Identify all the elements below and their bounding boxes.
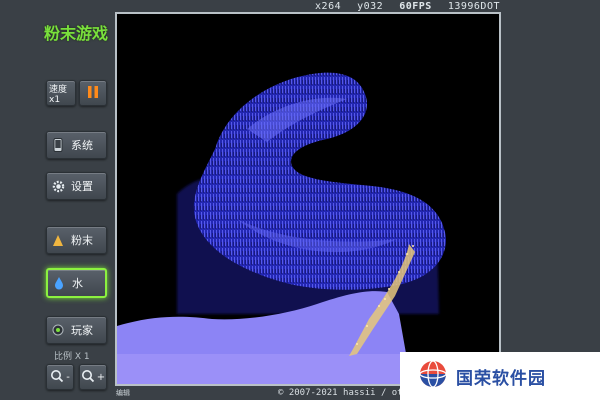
- zoom-out-button[interactable]: -: [46, 364, 74, 390]
- settings-label: 设置: [71, 180, 93, 193]
- player-icon: [51, 323, 65, 337]
- gear-icon: [51, 179, 65, 193]
- settings-button[interactable]: 设置: [46, 172, 107, 200]
- speed-button[interactable]: 速度x1: [46, 80, 76, 106]
- pause-button[interactable]: [79, 80, 107, 106]
- fps-readout: 60FPS: [399, 0, 432, 12]
- zoom-in-button[interactable]: +: [79, 364, 107, 390]
- zoom-out-icon: [50, 369, 66, 386]
- water-label: 水: [72, 277, 83, 290]
- edit-label[interactable]: 编辑: [116, 388, 130, 398]
- simulation-canvas[interactable]: [115, 12, 501, 386]
- system-button[interactable]: 系统: [46, 131, 107, 159]
- water-button[interactable]: 水: [46, 268, 107, 298]
- phone-icon: [51, 138, 65, 152]
- zoom-out-label: -: [66, 371, 70, 383]
- dot-count-readout: 13996DOT: [447, 0, 500, 12]
- cursor-y-readout: y032: [357, 0, 384, 12]
- speed-label: 速度x1: [49, 84, 68, 105]
- particle-field: [117, 14, 499, 384]
- player-button[interactable]: 玩家: [46, 316, 107, 344]
- water-drop-icon: [52, 276, 66, 290]
- cursor-x-readout: x264: [315, 0, 342, 12]
- zoom-in-label: +: [96, 371, 106, 383]
- globe-logo-icon: [418, 359, 448, 393]
- player-label: 玩家: [71, 324, 93, 337]
- powder-pile-icon: [51, 233, 65, 247]
- powder-label: 粉末: [71, 234, 93, 247]
- app-title: 粉末游戏: [44, 24, 109, 43]
- system-label: 系统: [71, 139, 93, 152]
- watermark-text: 国荣软件园: [456, 368, 546, 389]
- pause-icon: [87, 85, 99, 102]
- status-bar: x264 y032 60FPS 13996DOT: [116, 0, 500, 12]
- scale-label: 比例 X 1: [54, 352, 90, 362]
- site-watermark: 国荣软件园: [400, 352, 600, 400]
- powder-button[interactable]: 粉末: [46, 226, 107, 254]
- zoom-in-icon: [81, 369, 97, 386]
- powder-game-window: x264 y032 60FPS 13996DOT 粉末游戏 速度x1 系统 设置…: [0, 0, 600, 400]
- copyright-text: © 2007-2021 hassii / otas: [278, 388, 414, 398]
